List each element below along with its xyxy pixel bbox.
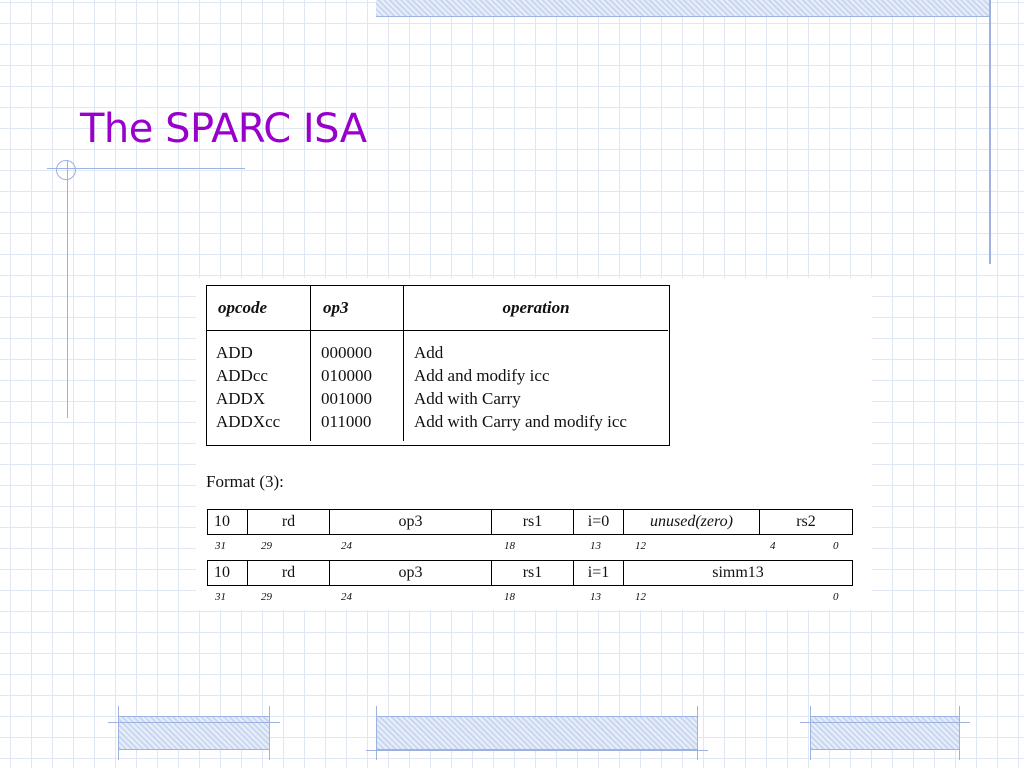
bit-numbers-row2: 31 29 24 18 13 12 0 [207, 591, 853, 605]
right-decorative-line [989, 0, 991, 264]
opcode-cell: ADDcc [216, 366, 268, 385]
bit-number: 18 [504, 591, 515, 603]
opcode-table: opcode op3 operation ADD ADDcc ADDX ADDX… [206, 286, 668, 441]
field-unused: unused(zero) [624, 510, 760, 534]
bit-number: 0 [833, 540, 839, 552]
field-rd: rd [248, 510, 330, 534]
op3-cell: 010000 [321, 366, 372, 385]
operation-cell: Add with Carry [414, 389, 521, 408]
field-op: 10 [208, 561, 248, 585]
field-rs1: rs1 [492, 510, 574, 534]
format-row-immediate: 10 rd op3 rs1 i=1 simm13 [207, 560, 853, 586]
field-op3: op3 [330, 561, 492, 585]
operation-cell: Add with Carry and modify icc [414, 412, 627, 431]
field-rs1: rs1 [492, 561, 574, 585]
op3-cell: 011000 [321, 412, 372, 431]
title-underline [47, 168, 245, 169]
operation-cell: Add and modify icc [414, 366, 550, 385]
op3-cell: 001000 [321, 389, 372, 408]
bit-number: 12 [635, 591, 646, 603]
operation-column: Add Add and modify icc Add with Carry Ad… [404, 331, 669, 442]
slide-content-image: opcode op3 operation ADD ADDcc ADDX ADDX… [196, 278, 872, 610]
bit-numbers-row1: 31 29 24 18 13 12 4 0 [207, 540, 853, 554]
operation-cell: Add [414, 343, 444, 362]
bit-number: 13 [590, 591, 601, 603]
crosshair-icon [56, 160, 76, 180]
bit-number: 4 [770, 540, 776, 552]
bottom-tick-line [376, 706, 377, 760]
opcode-cell: ADDXcc [216, 412, 281, 431]
bit-number: 18 [504, 540, 515, 552]
bottom-tick-line [810, 706, 811, 760]
bottom-tick-line [959, 706, 960, 760]
left-decorative-line [67, 160, 68, 418]
format-row-register: 10 rd op3 rs1 i=0 unused(zero) rs2 [207, 509, 853, 535]
field-op3: op3 [330, 510, 492, 534]
bit-number: 31 [215, 591, 226, 603]
field-op: 10 [208, 510, 248, 534]
top-decorative-band [376, 0, 990, 17]
op3-column: 000000 010000 001000 011000 [310, 330, 404, 441]
field-rs2: rs2 [796, 513, 816, 530]
opcode-cell: ADD [216, 343, 253, 362]
opcode-cell: ADDX [216, 389, 266, 408]
format-label: Format (3): [206, 472, 284, 491]
bottom-tick-line [118, 706, 119, 760]
bottom-tick-line [108, 722, 280, 723]
slide-title: The SPARC ISA [80, 106, 367, 152]
bottom-tick-line [800, 722, 970, 723]
bit-number: 13 [590, 540, 601, 552]
field-i: i=0 [574, 510, 624, 534]
opcode-column: ADD ADDcc ADDX ADDXcc [206, 330, 311, 441]
bottom-tick-line [697, 706, 698, 760]
header-op3: op3 [310, 286, 404, 331]
header-opcode: opcode [206, 286, 311, 331]
bottom-tick-line [366, 750, 708, 751]
header-operation: operation [403, 286, 668, 331]
op3-cell: 000000 [321, 343, 372, 362]
bit-number: 24 [341, 591, 352, 603]
bit-number: 29 [261, 540, 272, 552]
bit-number: 29 [261, 591, 272, 603]
bit-number: 0 [833, 591, 839, 603]
bit-number: 31 [215, 540, 226, 552]
bit-number: 24 [341, 540, 352, 552]
bottom-decorative-box-center [376, 716, 698, 750]
field-rd: rd [248, 561, 330, 585]
field-simm13: simm13 [712, 564, 764, 581]
bottom-tick-line [269, 706, 270, 760]
field-i: i=1 [574, 561, 624, 585]
bit-number: 12 [635, 540, 646, 552]
